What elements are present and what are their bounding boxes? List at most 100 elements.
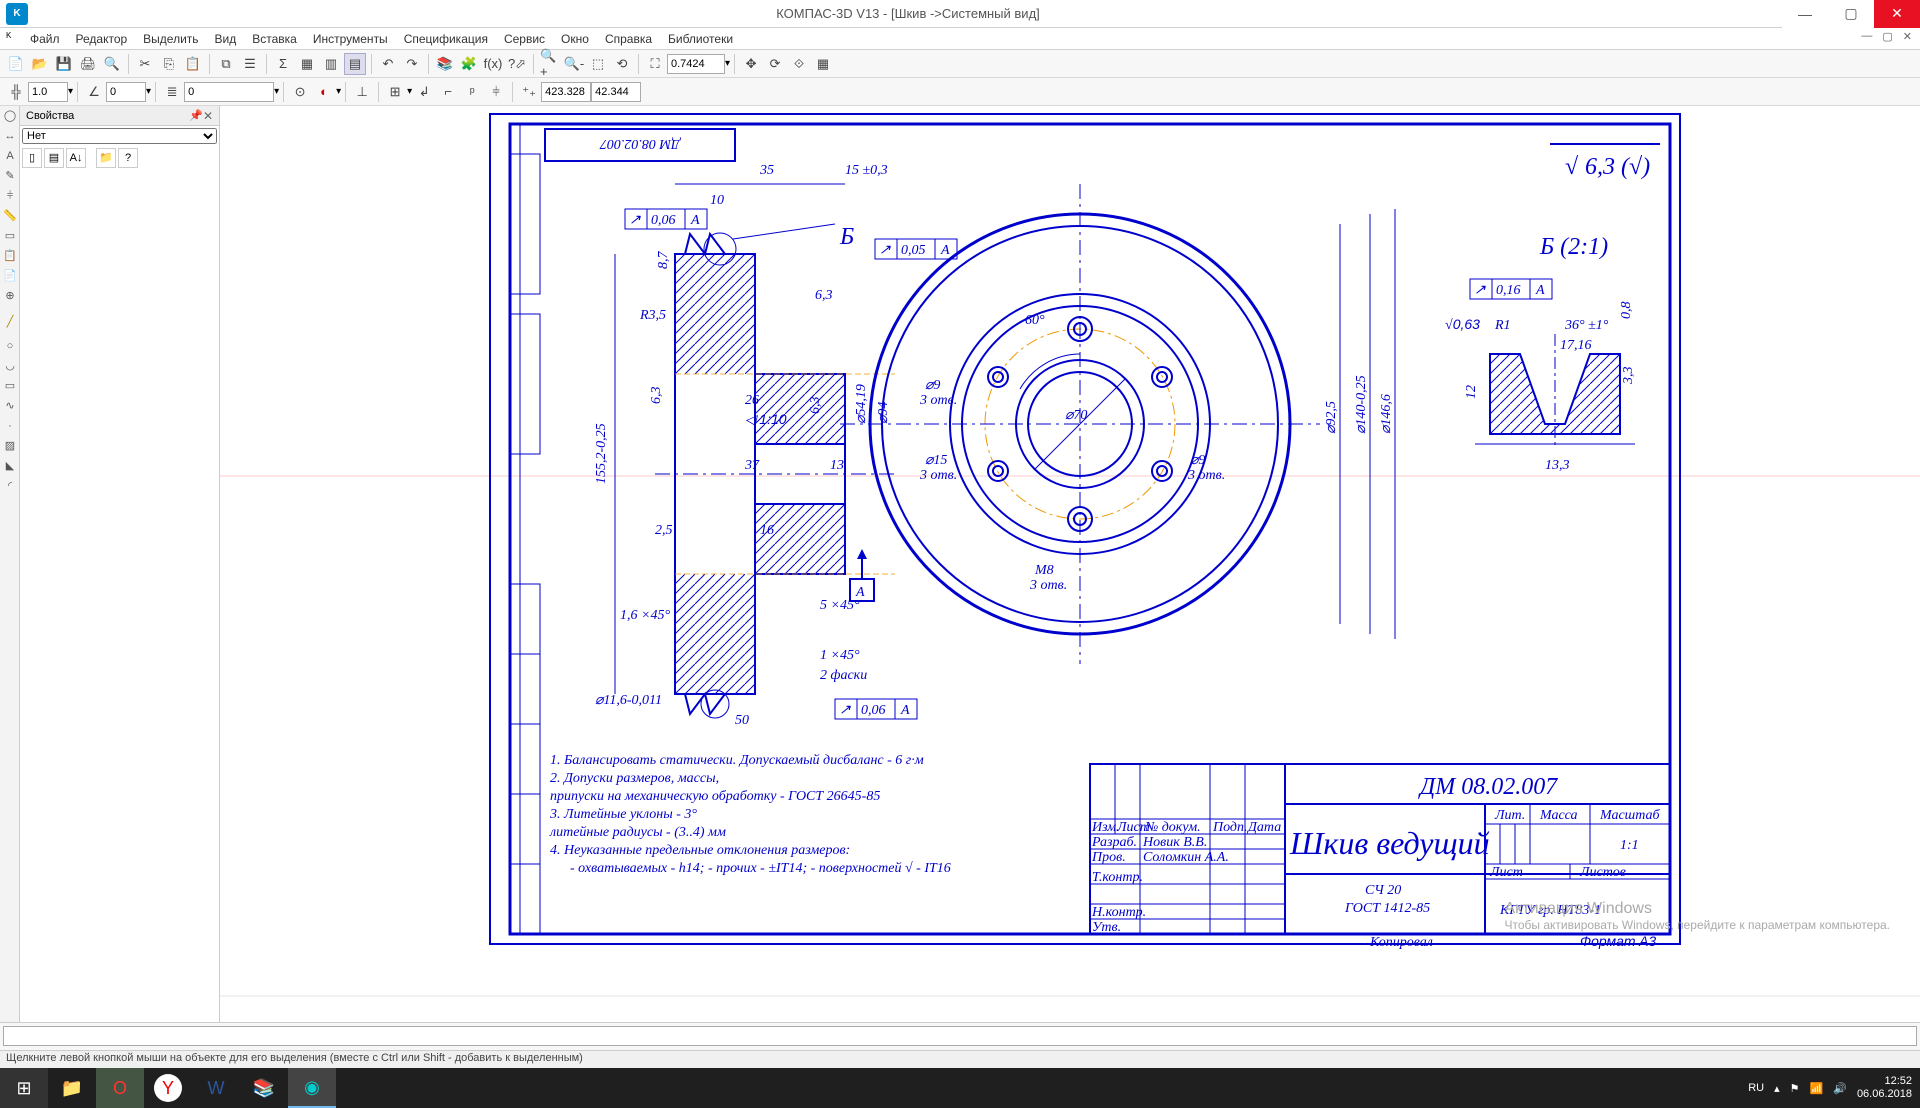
zoom-out-button[interactable]: 🔍- (563, 53, 585, 75)
tool-edit[interactable]: ✎ (1, 167, 19, 185)
prop-btn-5[interactable]: ? (118, 148, 138, 168)
mdi-min[interactable]: — (1857, 30, 1876, 43)
tool-text[interactable]: A (1, 147, 19, 165)
tb-1[interactable]: ▦ (296, 53, 318, 75)
new-doc-button[interactable]: 📄 (5, 53, 27, 75)
refresh-button[interactable]: ⟐ (788, 53, 810, 75)
zoom-input[interactable] (667, 54, 725, 74)
tray-clock[interactable]: 12:52 06.06.2018 (1857, 1075, 1912, 1101)
tool-report[interactable]: 📄 (1, 267, 19, 285)
coord-x-input[interactable] (541, 82, 591, 102)
cut-button[interactable]: ✂ (134, 53, 156, 75)
tool-arc[interactable]: ◡ (1, 357, 19, 375)
system-tray[interactable]: RU ▴ ⚑ 📶 🔊 12:52 06.06.2018 (1748, 1075, 1920, 1101)
properties-select[interactable]: Нет (22, 128, 217, 144)
angle-input[interactable] (106, 82, 146, 102)
tool-line[interactable]: ╱ (1, 313, 19, 331)
tool-geometry[interactable]: ◯ (1, 107, 19, 125)
rotate-view-button[interactable]: ⟳ (764, 53, 786, 75)
menu-view[interactable]: Вид (207, 30, 245, 48)
tray-network-icon[interactable]: 📶 (1810, 1082, 1824, 1095)
menu-file[interactable]: Файл (22, 30, 68, 48)
drawing-canvas[interactable]: ДМ 08.02.007 √ 6,3 (√) (220, 106, 1920, 1022)
tool-chamfer[interactable]: ◣ (1, 457, 19, 475)
zoom-fit-button[interactable]: ⛶ (644, 53, 666, 75)
lib-button[interactable]: 📚 (434, 53, 456, 75)
grid-button[interactable]: ⊞ (384, 81, 406, 103)
menu-edit[interactable]: Редактор (68, 30, 136, 48)
constraints-button[interactable]: ⫩ (485, 81, 507, 103)
step-input[interactable] (28, 82, 68, 102)
tool-dimension[interactable]: ↔ (1, 127, 19, 145)
layer-input[interactable] (184, 82, 274, 102)
tool-hatch[interactable]: ▨ (1, 437, 19, 455)
ucs-button[interactable]: ⌐ (437, 81, 459, 103)
zoom-in-button[interactable]: 🔍+ (539, 53, 561, 75)
grid-snap-button[interactable]: ╬ (5, 81, 27, 103)
tray-up-icon[interactable]: ▴ (1774, 1082, 1780, 1095)
command-input[interactable] (3, 1026, 1917, 1046)
view-all-button[interactable]: ▦ (812, 53, 834, 75)
tool-circle[interactable]: ○ (1, 337, 19, 355)
ortho-button[interactable]: ⊥ (351, 81, 373, 103)
properties-pin-icon[interactable]: 📌 (189, 109, 203, 122)
props-button[interactable]: ☰ (239, 53, 261, 75)
coord-y-input[interactable] (591, 82, 641, 102)
angle-button[interactable]: ∠ (83, 81, 105, 103)
save-button[interactable]: 💾 (53, 53, 75, 75)
copy-props-button[interactable]: ⧉ (215, 53, 237, 75)
tool-rect[interactable]: ▭ (1, 377, 19, 395)
spec-button[interactable]: 🧩 (458, 53, 480, 75)
prop-btn-3[interactable]: A↓ (66, 148, 86, 168)
menu-service[interactable]: Сервис (496, 30, 553, 48)
snap-mid-button[interactable]: ◐ (313, 81, 335, 103)
fx-button[interactable]: f(x) (482, 53, 504, 75)
taskbar-winrar[interactable]: 📚 (240, 1068, 288, 1108)
tool-measure[interactable]: 📏 (1, 207, 19, 225)
preview-button[interactable]: 🔍 (101, 53, 123, 75)
tray-flag-icon[interactable]: ⚑ (1790, 1082, 1800, 1095)
menu-select[interactable]: Выделить (135, 30, 206, 48)
redo-button[interactable]: ↷ (401, 53, 423, 75)
tray-volume-icon[interactable]: 🔊 (1833, 1082, 1847, 1095)
tool-point[interactable]: · (1, 417, 19, 435)
menu-tools[interactable]: Инструменты (305, 30, 396, 48)
print-button[interactable]: 🖨 (77, 53, 99, 75)
vars-button[interactable]: Σ (272, 53, 294, 75)
tray-lang[interactable]: RU (1748, 1082, 1764, 1094)
minimize-button[interactable]: — (1782, 0, 1828, 28)
tool-spec[interactable]: 📋 (1, 247, 19, 265)
tool-select[interactable]: ▭ (1, 227, 19, 245)
copy-button[interactable]: ⎘ (158, 53, 180, 75)
maximize-button[interactable]: ▢ (1828, 0, 1874, 28)
prop-btn-2[interactable]: ▤ (44, 148, 64, 168)
properties-close-icon[interactable]: ✕ (203, 109, 213, 123)
menu-insert[interactable]: Вставка (244, 30, 305, 48)
tool-fillet[interactable]: ◜ (1, 477, 19, 495)
mdi-close[interactable]: ✕ (1899, 30, 1916, 43)
local-cs-button[interactable]: ↲ (413, 81, 435, 103)
open-button[interactable]: 📂 (29, 53, 51, 75)
start-button[interactable]: ⊞ (0, 1068, 48, 1108)
undo-button[interactable]: ↶ (377, 53, 399, 75)
layer-icon[interactable]: ≣ (161, 81, 183, 103)
help-pointer[interactable]: ?⬀ (506, 53, 528, 75)
paste-button[interactable]: 📋 (182, 53, 204, 75)
menu-spec[interactable]: Спецификация (396, 30, 496, 48)
menu-window[interactable]: Окно (553, 30, 597, 48)
zoom-prev-button[interactable]: ⟲ (611, 53, 633, 75)
menu-libs[interactable]: Библиотеки (660, 30, 741, 48)
param-button[interactable]: ᵖ (461, 81, 483, 103)
tool-param[interactable]: ⫩ (1, 187, 19, 205)
taskbar-yandex[interactable]: Y (154, 1074, 182, 1102)
tool-insert[interactable]: ⊕ (1, 287, 19, 305)
prop-btn-4[interactable]: 📁 (96, 148, 116, 168)
prop-btn-1[interactable]: ▯ (22, 148, 42, 168)
tool-spline[interactable]: ∿ (1, 397, 19, 415)
pan-button[interactable]: ✥ (740, 53, 762, 75)
close-button[interactable]: ✕ (1874, 0, 1920, 28)
snap-end-button[interactable]: ⊙ (289, 81, 311, 103)
taskbar-explorer[interactable]: 📁 (48, 1068, 96, 1108)
tb-3[interactable]: ▤ (344, 53, 366, 75)
mdi-max[interactable]: ▢ (1878, 30, 1896, 43)
